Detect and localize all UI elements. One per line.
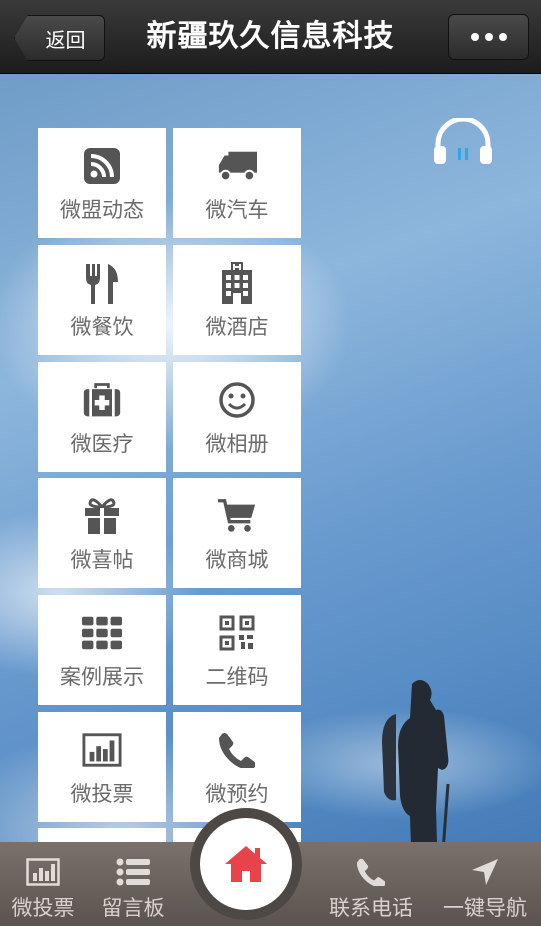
nav-label: 联系电话 (329, 896, 413, 920)
qr-code-icon (219, 615, 255, 651)
tile-appointment[interactable]: 微预约 (173, 712, 301, 822)
nav-label: 一键导航 (443, 896, 527, 920)
phone-icon (357, 858, 385, 886)
truck-icon (218, 151, 257, 182)
shopping-cart-icon (217, 499, 256, 532)
tile-label: 微医疗 (70, 432, 134, 456)
hotel-building-icon (222, 262, 252, 304)
list-icon (116, 858, 150, 886)
tile-label: 案例展示 (60, 665, 144, 689)
tile-album[interactable]: 微相册 (173, 362, 301, 472)
tile-label: 微盟动态 (60, 198, 144, 222)
headphones-icon (434, 116, 492, 164)
tile-medical[interactable]: 微医疗 (38, 362, 166, 472)
phone-icon (219, 733, 255, 768)
more-dots-icon (470, 33, 479, 41)
fork-knife-icon (86, 264, 118, 304)
tile-mall[interactable]: 微商城 (173, 478, 301, 588)
home-button[interactable] (190, 808, 302, 920)
tile-weimeng-news[interactable]: 微盟动态 (38, 128, 166, 238)
grid-icon (82, 616, 122, 650)
back-button-label: 返回 (45, 27, 86, 52)
tile-invitation[interactable]: 微喜帖 (38, 478, 166, 588)
rss-icon (84, 148, 120, 184)
tile-hotel[interactable]: 微酒店 (173, 245, 301, 355)
bar-chart-icon (26, 858, 60, 886)
home-button-inner (200, 818, 292, 910)
more-options-button[interactable] (448, 14, 529, 60)
nav-item-voting[interactable]: 微投票 (4, 842, 82, 926)
nav-item-contact-phone[interactable]: 联系电话 (322, 842, 420, 926)
tile-voting[interactable]: 微投票 (38, 712, 166, 822)
home-icon (225, 846, 267, 882)
music-toggle-button[interactable] (432, 116, 494, 166)
nav-label: 微投票 (11, 896, 75, 920)
tile-label: 微餐饮 (70, 315, 134, 339)
page-title: 新疆玖久信息科技 (146, 19, 395, 54)
nav-item-navigation[interactable]: 一键导航 (434, 842, 536, 926)
tile-label: 微汽车 (205, 198, 269, 222)
tile-label: 微预约 (205, 782, 269, 806)
bar-chart-icon (82, 733, 122, 767)
gift-icon (85, 498, 119, 534)
tile-car[interactable]: 微汽车 (173, 128, 301, 238)
nav-item-message-board[interactable]: 留言板 (94, 842, 172, 926)
tile-label: 微喜帖 (70, 548, 134, 572)
tile-restaurant[interactable]: 微餐饮 (38, 245, 166, 355)
medical-kit-icon (83, 383, 121, 417)
tile-label: 微相册 (205, 432, 269, 456)
navigation-arrow-icon (472, 859, 498, 885)
top-nav-bar: 返回 新疆玖久信息科技 (0, 0, 541, 74)
tile-label: 微酒店 (205, 315, 269, 339)
tile-label: 微商城 (205, 548, 269, 572)
back-button[interactable]: 返回 (14, 15, 105, 61)
nav-label: 留言板 (101, 896, 165, 920)
tile-cases[interactable]: 案例展示 (38, 595, 166, 705)
tile-label: 二维码 (205, 665, 269, 689)
smiley-icon (219, 382, 255, 418)
more-dot (498, 33, 507, 41)
tile-qr-code[interactable]: 二维码 (173, 595, 301, 705)
tile-label: 微投票 (70, 782, 134, 806)
more-dot (484, 33, 493, 41)
